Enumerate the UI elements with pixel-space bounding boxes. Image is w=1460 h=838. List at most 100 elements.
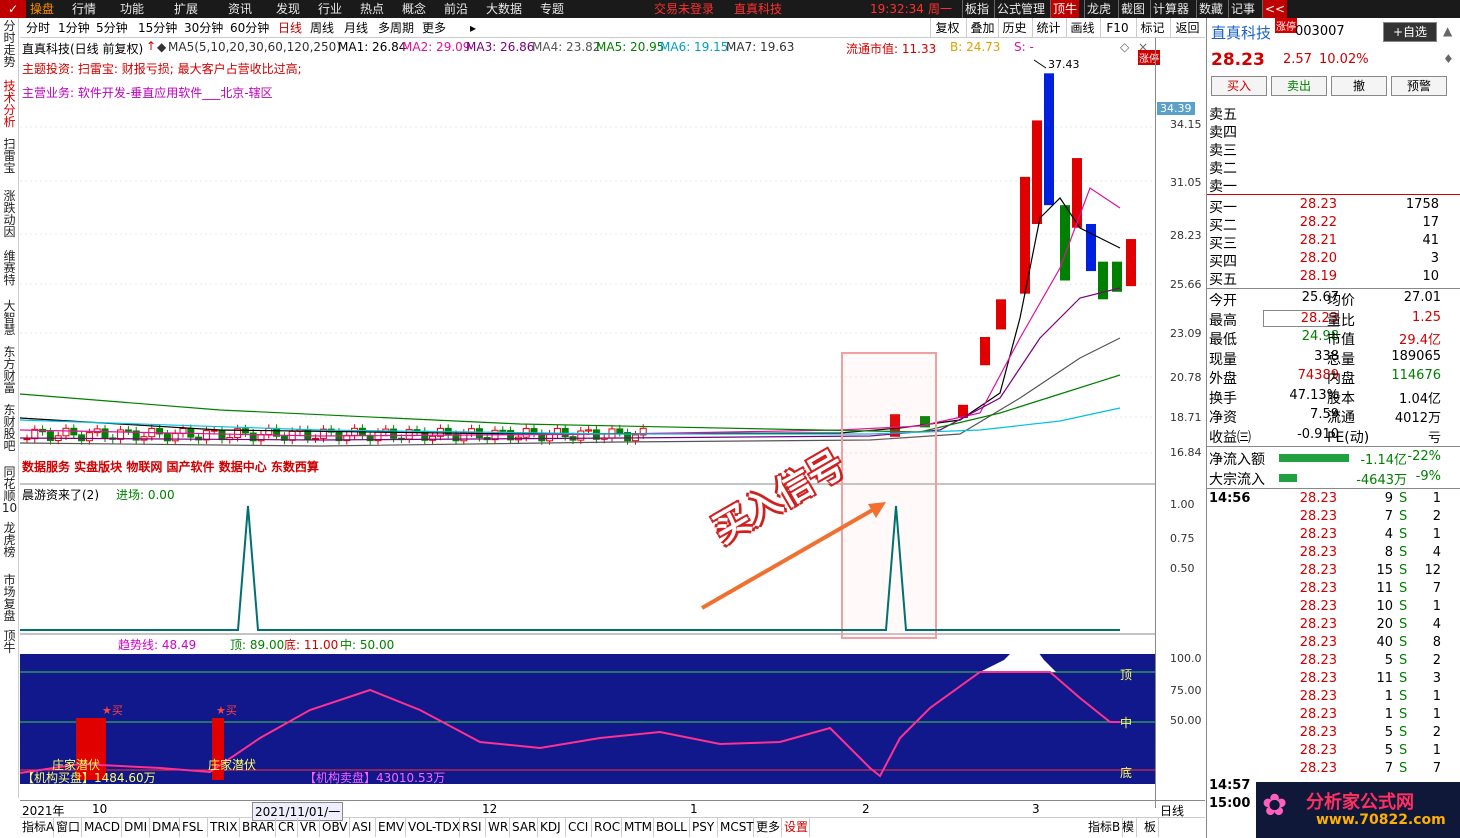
indicator-tab[interactable]: CCI — [566, 818, 592, 837]
indicator-tab[interactable]: ASI — [350, 818, 376, 837]
btn-notes[interactable]: 记事 — [1228, 0, 1257, 18]
period-tab[interactable]: 60分钟 — [230, 18, 269, 38]
left-nav-item[interactable]: 扫雷宝 — [1, 138, 18, 174]
buy-button[interactable]: 买入 — [1211, 76, 1267, 96]
cancel-button[interactable]: 撤 — [1331, 76, 1387, 96]
indicator-tab[interactable]: MTM — [622, 818, 654, 837]
indicator-tab[interactable]: MACD — [82, 818, 122, 837]
chart-tool-button[interactable]: 历史 — [998, 18, 1030, 38]
settings-icon[interactable]: ♦ — [1443, 52, 1454, 66]
add-watchlist-button[interactable]: +自选 — [1383, 22, 1437, 42]
indicator-tab[interactable]: TRIX — [208, 818, 240, 837]
left-nav-item[interactable]: 东方财富 — [1, 346, 18, 394]
menu-trade[interactable]: 操盘 — [30, 0, 54, 18]
menu-item-kuozhan[interactable]: 扩展 — [174, 0, 198, 18]
left-nav-item[interactable]: 龙虎榜 — [1, 522, 18, 558]
left-nav-item[interactable]: 东财股吧 — [1, 404, 18, 452]
period-tab[interactable]: 5分钟 — [96, 18, 128, 38]
tick-side: S — [1399, 509, 1408, 524]
indicator-tab[interactable]: VR — [298, 818, 320, 837]
btn-banzhi[interactable]: 板指 — [962, 0, 991, 18]
menu-item-zixun[interactable]: 资讯 — [228, 0, 252, 18]
indicator-tab[interactable]: RSI — [460, 818, 486, 837]
btn-shucang[interactable]: 数藏 — [1196, 0, 1225, 18]
menu-item-gongneng[interactable]: 功能 — [120, 0, 144, 18]
btn-formula[interactable]: 公式管理 — [994, 0, 1047, 18]
chart-tool-button[interactable]: 统计 — [1032, 18, 1064, 38]
period-label[interactable]: 日线 — [1160, 802, 1184, 819]
chart-tool-button[interactable]: 叠加 — [966, 18, 998, 38]
left-nav-item[interactable]: 技术分析 — [1, 80, 18, 128]
indicator-tab[interactable]: FSL — [180, 818, 208, 837]
indicator-tab[interactable]: CR — [276, 818, 298, 837]
period-tab[interactable]: 多周期 — [378, 18, 414, 38]
menu-item-hangqing[interactable]: 行情 — [72, 0, 96, 18]
menu-item-hangye[interactable]: 行业 — [318, 0, 342, 18]
indicator-tab[interactable]: 更多 — [754, 818, 782, 837]
indicator-tab[interactable]: DMA — [150, 818, 180, 837]
collapse-icon[interactable]: << — [1262, 0, 1288, 18]
chart-tool-button[interactable]: 画线 — [1066, 18, 1098, 38]
more-arrow-icon[interactable]: ▸ — [470, 18, 476, 38]
menu-item-faxian[interactable]: 发现 — [276, 0, 300, 18]
menu-item-gainian[interactable]: 概念 — [402, 0, 426, 18]
period-tab[interactable]: 分时 — [26, 18, 50, 38]
chart-tool-button[interactable]: 返回 — [1170, 18, 1204, 38]
sell-button[interactable]: 卖出 — [1271, 76, 1327, 96]
indicator-tab-right[interactable]: 模 — [1120, 818, 1138, 837]
left-nav-item[interactable]: 市场复盘 — [1, 574, 18, 622]
chart-area[interactable] — [20, 38, 1155, 800]
menu-item-qianyan[interactable]: 前沿 — [444, 0, 468, 18]
btn-calculator[interactable]: 计算器 — [1150, 0, 1191, 18]
indicator-tab[interactable]: DMI — [122, 818, 150, 837]
indicator-tab-right[interactable]: 指标B — [1086, 818, 1124, 837]
menu-item-dashuju[interactable]: 大数据 — [486, 0, 522, 18]
left-nav-item[interactable]: 分时走势 — [1, 20, 18, 68]
indicator-tab[interactable]: BRAR — [240, 818, 276, 837]
candle-body — [163, 433, 171, 442]
indicator-tab[interactable]: PSY — [690, 818, 718, 837]
left-nav-item[interactable]: 顶牛 — [1, 630, 18, 654]
tick-price: 28.23 — [1299, 491, 1337, 506]
menu-item-zhuanti[interactable]: 专题 — [540, 0, 564, 18]
indicator-tab[interactable]: SAR — [510, 818, 538, 837]
indicator-tab[interactable]: MCST — [718, 818, 754, 837]
indicator-tab-right[interactable]: 板 — [1142, 818, 1160, 837]
indicator-tab[interactable]: WR — [486, 818, 510, 837]
period-tab[interactable]: 15分钟 — [138, 18, 177, 38]
menu-item-redian[interactable]: 热点 — [360, 0, 384, 18]
period-tab[interactable]: 30分钟 — [184, 18, 223, 38]
indicator-tab[interactable]: 指标A — [20, 818, 54, 837]
btn-screenshot[interactable]: 截图 — [1118, 0, 1147, 18]
app-logo[interactable]: ✓ — [0, 0, 26, 18]
indicator-tab[interactable]: VOL-TDX — [406, 818, 460, 837]
period-tab[interactable]: 周线 — [310, 18, 334, 38]
indicator-tab[interactable]: 窗口 — [54, 818, 82, 837]
alert-button[interactable]: 预警 — [1391, 76, 1447, 96]
indicator-tab[interactable]: BOLL — [654, 818, 690, 837]
indicator-tab[interactable]: EMV — [376, 818, 406, 837]
scroll-icon[interactable]: ▲ — [1443, 24, 1452, 38]
app-window: ✓ 操盘 行情 功能 扩展 资讯 发现 行业 热点 概念 前沿 大数据 专题 交… — [0, 0, 1460, 838]
left-nav-item[interactable]: 涨跌动因 — [1, 190, 18, 238]
login-status[interactable]: 交易未登录 — [654, 0, 714, 18]
period-tab[interactable]: 更多 — [422, 18, 446, 38]
bid-volume: 10 — [1422, 269, 1439, 284]
indicator-tab[interactable]: KDJ — [538, 818, 566, 837]
period-tab[interactable]: 1分钟 — [58, 18, 90, 38]
btn-dingniu[interactable]: 顶牛 — [1050, 0, 1080, 18]
left-nav-item[interactable]: 同花顺10 — [1, 466, 18, 514]
chart-tool-button[interactable]: F10 — [1100, 18, 1134, 38]
stat-label: 内盘 — [1327, 371, 1355, 387]
indicator-tab[interactable]: 设置 — [782, 818, 810, 837]
period-tab[interactable]: 日线 — [278, 18, 302, 38]
left-nav-item[interactable]: 维赛特 — [1, 250, 18, 286]
chart-tool-button[interactable]: 标记 — [1136, 18, 1168, 38]
indicator-tab[interactable]: OBV — [320, 818, 350, 837]
period-tab[interactable]: 月线 — [344, 18, 368, 38]
btn-longhu[interactable]: 龙虎 — [1084, 0, 1113, 18]
indicator-tab[interactable]: ROC — [592, 818, 622, 837]
stat-value: 27.01 — [1403, 290, 1441, 305]
chart-tool-button[interactable]: 复权 — [930, 18, 964, 38]
left-nav-item[interactable]: 大智慧 — [1, 300, 18, 336]
